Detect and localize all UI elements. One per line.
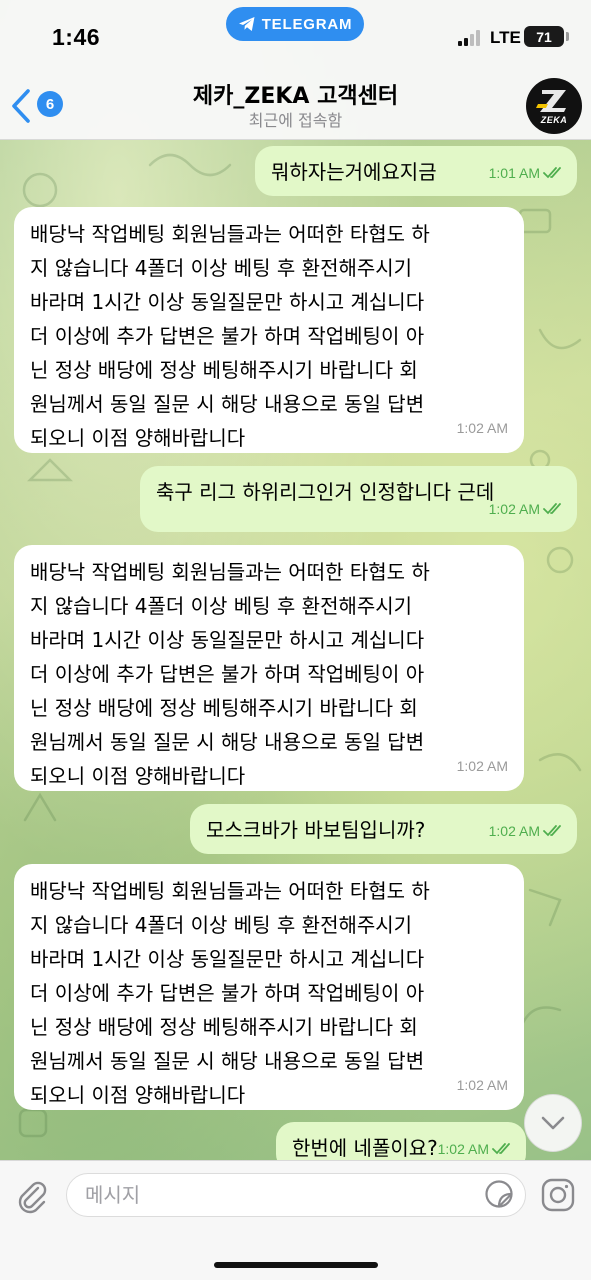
battery-level: 71: [536, 28, 552, 45]
battery-icon: 71: [524, 26, 564, 47]
outgoing-message[interactable]: 뭐하자는거에요지금 1:01 AM: [255, 146, 577, 196]
outgoing-message[interactable]: 모스크바가 바보팀입니까? 1:02 AM: [190, 804, 577, 854]
message-time: 1:02 AM: [488, 501, 540, 517]
chevron-down-icon: [541, 1116, 565, 1130]
message-time: 1:02 AM: [488, 823, 540, 839]
double-check-icon: [543, 503, 561, 515]
scroll-to-bottom-button[interactable]: [524, 1094, 582, 1152]
message-meta: 1:01 AM: [489, 156, 565, 190]
message-text: 배당낙 작업베팅 회원님들과는 어떠한 타협도 하 지 않습니다 4폴더 이상 …: [30, 222, 430, 450]
network-type: LTE: [490, 28, 521, 47]
chat-header: 1:46 TELEGRAM LTE 71 6 제카_ZEKA 고객센터 최근에 …: [0, 0, 591, 140]
message-time: 1:02 AM: [456, 758, 508, 774]
message-meta: 1:02 AM: [489, 814, 565, 848]
message-text: 축구 리그 하위리그인거 인정합니다 근데: [156, 480, 495, 504]
chat-title[interactable]: 제카_ZEKA 고객센터: [0, 78, 591, 110]
home-indicator: [214, 1262, 378, 1268]
message-time: 1:02 AM: [456, 420, 508, 436]
sticker-icon[interactable]: [484, 1179, 514, 1209]
double-check-icon: [543, 825, 561, 837]
message-time: 1:02 AM: [456, 1077, 508, 1093]
message-input[interactable]: 메시지: [66, 1173, 526, 1217]
chat-last-seen: 최근에 접속함: [248, 111, 343, 130]
message-text: 배당낙 작업베팅 회원님들과는 어떠한 타협도 하 지 않습니다 4폴더 이상 …: [30, 879, 430, 1107]
double-check-icon: [492, 1143, 510, 1155]
message-time: 1:01 AM: [488, 165, 540, 181]
outgoing-message[interactable]: 축구 리그 하위리그인거 인정합니다 근데 1:02 AM: [140, 466, 577, 532]
incoming-message[interactable]: 배당낙 작업베팅 회원님들과는 어떠한 타협도 하 지 않습니다 4폴더 이상 …: [14, 207, 524, 453]
message-text: 배당낙 작업베팅 회원님들과는 어떠한 타협도 하 지 않습니다 4폴더 이상 …: [30, 560, 430, 788]
status-time: 1:46: [52, 24, 101, 50]
telegram-pill-label: TELEGRAM: [261, 15, 353, 33]
message-meta: 1:02 AM: [489, 492, 565, 526]
signal-icon: [458, 30, 480, 46]
camera-icon[interactable]: [540, 1177, 576, 1213]
battery-tip: [566, 32, 569, 41]
avatar-label: ZEKA: [540, 115, 568, 125]
telegram-icon: [238, 17, 255, 31]
avatar[interactable]: ZEKA: [526, 78, 582, 134]
incoming-message[interactable]: 배당낙 작업베팅 회원님들과는 어떠한 타협도 하 지 않습니다 4폴더 이상 …: [14, 864, 524, 1110]
message-text: 모스크바가 바보팀입니까?: [206, 818, 426, 842]
zeka-logo-icon: [536, 90, 566, 112]
telegram-app-pill[interactable]: TELEGRAM: [226, 7, 364, 41]
incoming-message[interactable]: 배당낙 작업베팅 회원님들과는 어떠한 타협도 하 지 않습니다 4폴더 이상 …: [14, 545, 524, 791]
message-text: 뭐하자는거에요지금: [271, 160, 437, 184]
double-check-icon: [543, 167, 561, 179]
paperclip-icon[interactable]: [14, 1178, 50, 1214]
